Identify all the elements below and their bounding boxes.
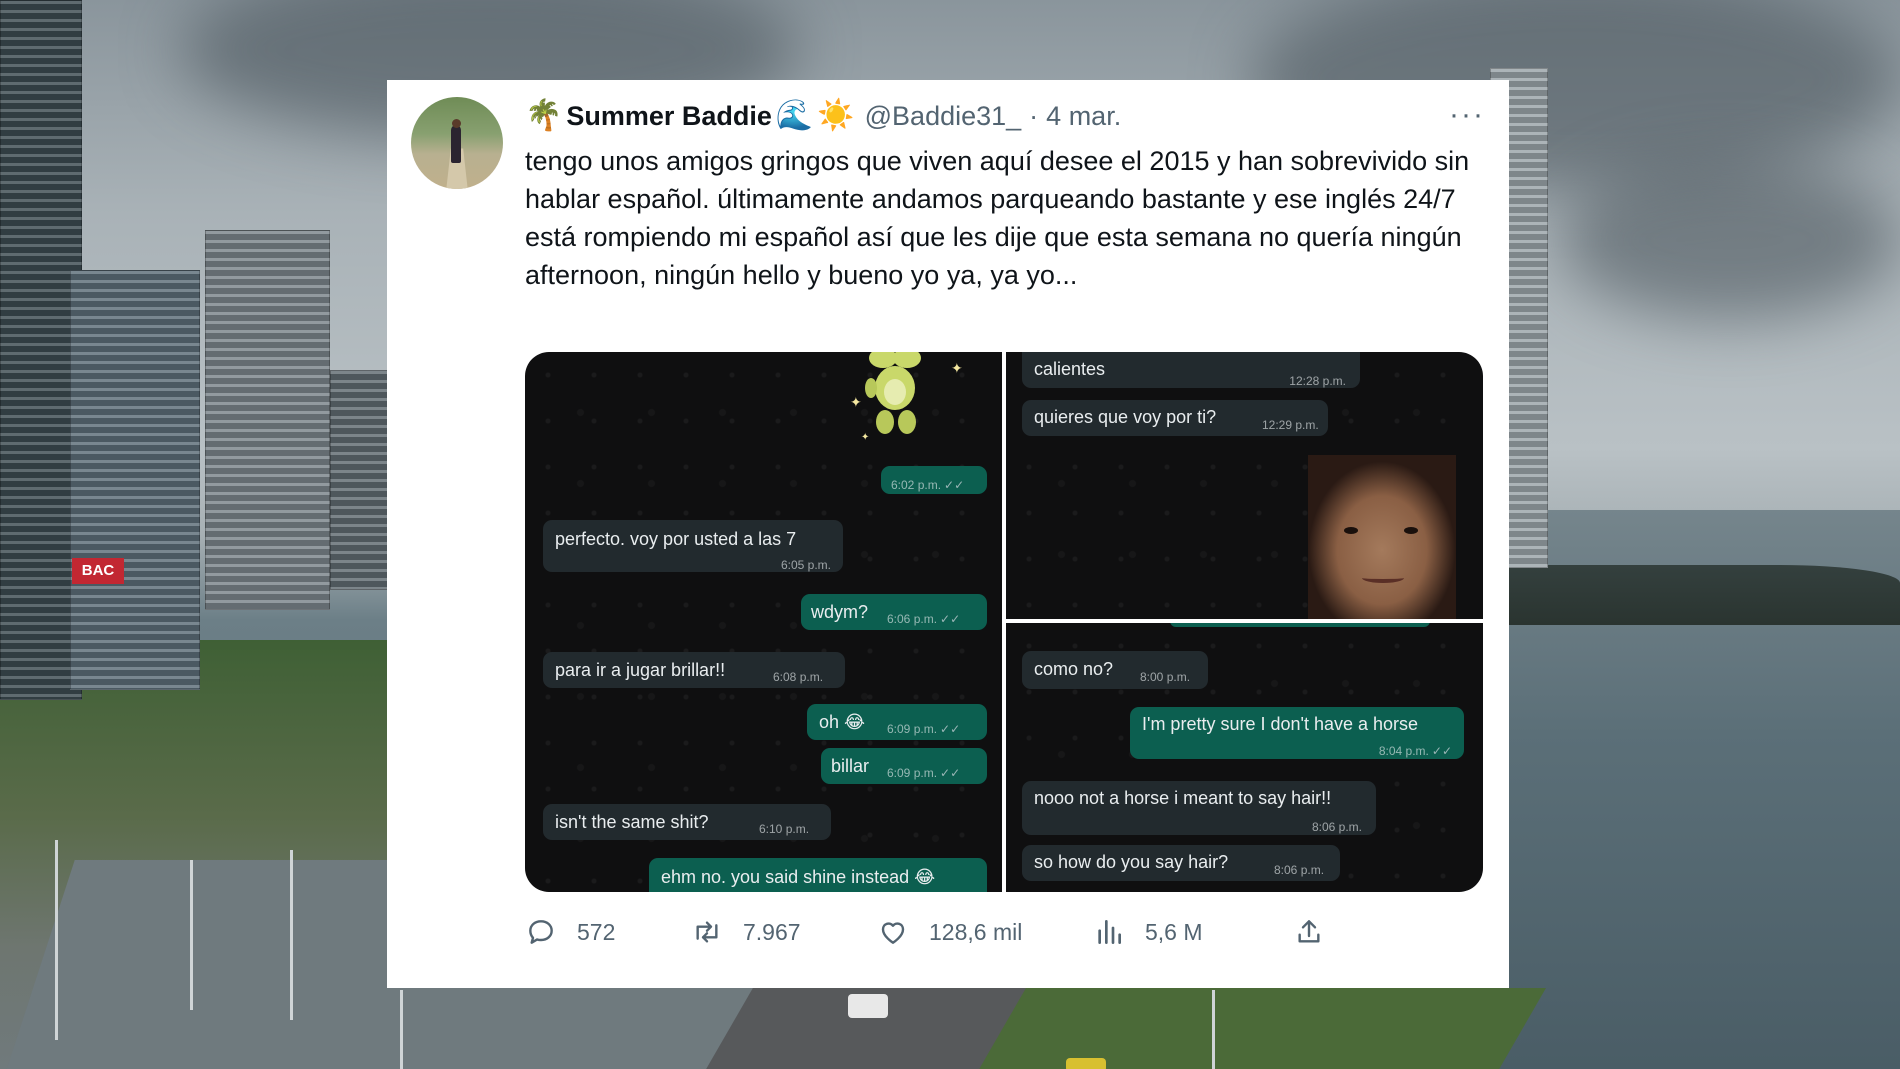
green-strip — [974, 988, 1546, 1069]
chat-screenshot-1[interactable]: ✦ ✦ ✦ 6:02 p.m. ✓✓ perfecto. voy por uste… — [525, 352, 1002, 892]
more-options-icon[interactable]: ··· — [1449, 100, 1485, 130]
chat-bubble-in: nooo not a horse i meant to say hair!! 8… — [1022, 781, 1376, 835]
car — [1066, 1058, 1106, 1069]
media-grid[interactable]: ✦ ✦ ✦ 6:02 p.m. ✓✓ perfecto. voy por uste… — [525, 352, 1483, 892]
bank-sign: BAC — [72, 558, 124, 584]
chat-screenshot-2[interactable]: calientes 12:28 p.m. quieres que voy por… — [1006, 352, 1483, 619]
heart-icon — [881, 922, 905, 944]
bubble-time: 6:10 p.m. — [759, 822, 810, 836]
cloud — [1560, 160, 1900, 320]
repost-arrows-icon — [696, 921, 718, 943]
light-pole — [1212, 990, 1215, 1069]
tweet-header: 🌴 Summer Baddie 🌊 ☀️ @Baddie31_ · 4 mar. — [525, 96, 1121, 136]
speech-bubble-icon — [529, 920, 553, 944]
bubble-text: isn't the same shit? — [555, 812, 709, 832]
chat-bubble-in: perfecto. voy por usted a las 7 6:05 p.m… — [543, 520, 843, 572]
selfie-photo — [1308, 455, 1456, 619]
bubble-text: oh 😂 — [819, 712, 866, 732]
reply-button[interactable]: 572 — [525, 912, 615, 952]
chat-bubble-out: wdym? 6:06 p.m. ✓✓ — [801, 594, 987, 630]
wave-icon: 🌊 — [775, 99, 814, 132]
sparkle-icon: ✦ — [850, 394, 862, 410]
chat-bubble-in: calientes 12:28 p.m. — [1022, 352, 1360, 388]
tweet-actions: 572 7.967 128,6 mil 5,6 M — [525, 912, 1485, 952]
bubble-time: 8:06 p.m. — [1311, 820, 1362, 834]
selfie-mouth — [1362, 573, 1404, 583]
frog-sticker-icon — [865, 352, 921, 434]
user-handle[interactable]: @Baddie31_ — [865, 101, 1022, 132]
avatar-head — [452, 119, 461, 128]
chat-bubble-out: ehm no. you said shine instead 😂 — [649, 858, 987, 892]
reply-count: 572 — [577, 918, 616, 945]
chat-bubble-in: para ir a jugar brillar!! 6:08 p.m. — [543, 652, 845, 688]
tweet-date[interactable]: 4 mar. — [1046, 101, 1121, 132]
views-count: 5,6 M — [1145, 918, 1203, 945]
tower-building — [330, 370, 390, 590]
sparkle-icon: ✦ — [861, 432, 870, 443]
chat-bubble-out-partial — [1170, 623, 1430, 627]
chat-bubble-out: oh 😂 6:09 p.m. ✓✓ — [807, 704, 987, 740]
selfie-eye — [1344, 527, 1358, 534]
bubble-time: 8:00 p.m. — [1140, 670, 1191, 684]
bubble-text: para ir a jugar brillar!! — [555, 660, 726, 680]
bubble-time: 8:04 p.m. ✓✓ — [1378, 744, 1452, 758]
chat-bubble-in: quieres que voy por ti? 12:29 p.m. — [1022, 400, 1328, 436]
car — [848, 994, 888, 1018]
like-button[interactable]: 128,6 mil — [877, 912, 1022, 952]
light-pole — [400, 990, 403, 1069]
bubble-text: billar — [831, 756, 870, 776]
tower-building — [70, 270, 200, 690]
avatar-person — [451, 125, 461, 163]
like-count: 128,6 mil — [929, 918, 1023, 945]
chat-bubble-out: billar 6:09 p.m. ✓✓ — [821, 748, 987, 784]
chat-bubble-out: I'm pretty sure I don't have a horse 8:0… — [1130, 707, 1464, 759]
bubble-text: so how do you say hair? — [1034, 852, 1229, 872]
light-pole — [190, 860, 193, 1010]
chat-bubble-out: 6:02 p.m. ✓✓ — [881, 466, 987, 494]
bubble-text: nooo not a horse i meant to say hair!! — [1034, 788, 1332, 808]
tweet-card[interactable]: 🌴 Summer Baddie 🌊 ☀️ @Baddie31_ · 4 mar.… — [387, 80, 1509, 988]
avatar[interactable] — [411, 97, 503, 189]
bubble-time: 6:05 p.m. — [780, 558, 831, 572]
bubble-time: 6:02 p.m. ✓✓ — [891, 478, 965, 492]
tower-building — [205, 230, 330, 610]
bubble-text: wdym? — [811, 602, 869, 622]
chat-bubble-in: como no? 8:00 p.m. — [1022, 651, 1208, 689]
light-pole — [290, 850, 293, 1020]
bubble-text: I'm pretty sure I don't have a horse — [1142, 714, 1419, 734]
views-button[interactable]: 5,6 M — [1093, 912, 1203, 952]
bubble-text: como no? — [1034, 659, 1114, 679]
bubble-text: calientes — [1034, 359, 1106, 379]
bubble-time: 6:06 p.m. ✓✓ — [887, 612, 961, 626]
chat-bubble-in: isn't the same shit? 6:10 p.m. — [543, 804, 831, 840]
chat-bubble-in: so how do you say hair? 8:06 p.m. — [1022, 845, 1340, 881]
share-button[interactable] — [1293, 912, 1325, 952]
sparkle-icon: ✦ — [951, 360, 963, 376]
palm-tree-icon: 🌴 — [525, 99, 563, 132]
repost-count: 7.967 — [743, 918, 801, 945]
tweet-text: tengo unos amigos gringos que viven aquí… — [525, 146, 1470, 290]
sun-icon: ☀️ — [817, 99, 855, 132]
light-pole — [55, 840, 58, 1040]
bubble-time: 12:28 p.m. — [1289, 374, 1346, 388]
chat-screenshot-3[interactable]: como no? 8:00 p.m. I'm pretty sure I don… — [1006, 623, 1483, 892]
bubble-time: 12:29 p.m. — [1262, 418, 1319, 432]
bubble-text: quieres que voy por ti? — [1034, 407, 1217, 427]
display-name[interactable]: Summer Baddie — [566, 101, 772, 132]
bubble-time: 6:09 p.m. ✓✓ — [887, 766, 961, 780]
share-upload-icon — [1298, 920, 1320, 943]
coastline — [1500, 565, 1900, 625]
bar-chart-icon — [1098, 920, 1121, 944]
selfie-eye — [1404, 527, 1418, 534]
bubble-time: 6:09 p.m. ✓✓ — [887, 722, 961, 736]
bubble-text: ehm no. you said shine instead 😂 — [661, 867, 936, 887]
separator-dot: · — [1029, 100, 1039, 131]
bubble-time: 8:06 p.m. — [1274, 863, 1325, 877]
repost-button[interactable]: 7.967 — [691, 912, 801, 952]
bubble-text: perfecto. voy por usted a las 7 — [555, 529, 797, 549]
bubble-time: 6:08 p.m. — [773, 670, 824, 684]
